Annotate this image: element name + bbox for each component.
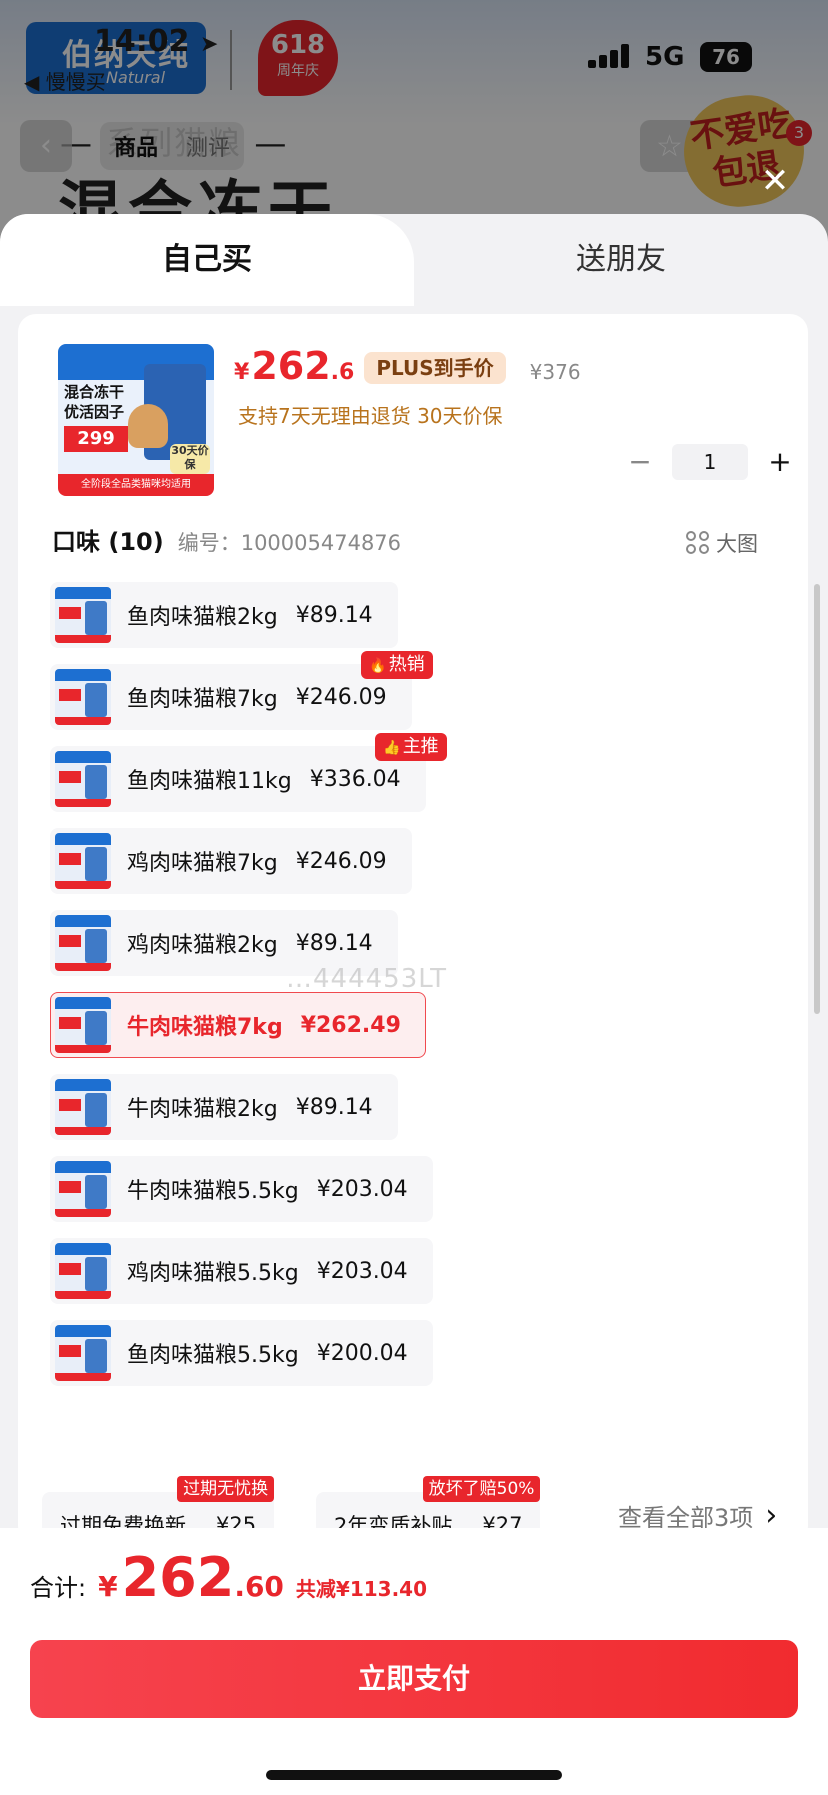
option-price: ¥89.14 xyxy=(295,930,373,956)
original-price: ¥376 xyxy=(529,360,581,384)
option-flag-label: 主推 xyxy=(402,736,439,757)
product-image[interactable]: 混合冻干 优活因子 299 30天价保 全阶段全品类猫咪均适用 xyxy=(58,344,214,496)
option-thumbnail xyxy=(55,1161,111,1217)
flavor-option-row: 牛肉味猫粮7kg ¥262.49 xyxy=(50,992,790,1074)
option-price: ¥89.14 xyxy=(295,602,373,628)
option-thumbnail xyxy=(55,997,111,1053)
option-flag: 🔥 热销 xyxy=(361,651,433,679)
product-card: 混合冻干 优活因子 299 30天价保 全阶段全品类猫咪均适用 ¥ 262 .6 … xyxy=(18,314,808,1544)
image-badge: 30天价保 xyxy=(170,444,210,474)
option-name: 牛肉味猫粮7kg xyxy=(127,1015,283,1040)
flavor-title: 口味 (10) xyxy=(52,528,164,556)
flavor-option-row: 鸡肉味猫粮7kg ¥246.09 xyxy=(50,828,790,910)
option-name: 鸡肉味猫粮5.5kg xyxy=(127,1261,299,1286)
option-thumbnail xyxy=(55,833,111,889)
price-currency: ¥ xyxy=(234,360,250,385)
option-name: 鱼肉味猫粮11kg xyxy=(127,769,292,794)
flavor-option[interactable]: 牛肉味猫粮5.5kg ¥203.04 xyxy=(50,1156,433,1222)
image-cat xyxy=(128,404,168,448)
tab-send-friend[interactable]: 送朋友 xyxy=(414,214,828,306)
tab-buy-self[interactable]: 自己买 xyxy=(0,214,414,306)
close-icon[interactable]: ✕ xyxy=(760,164,790,198)
flavor-option[interactable]: 鱼肉味猫粮5.5kg ¥200.04 xyxy=(50,1320,433,1386)
big-image-label: 大图 xyxy=(716,532,758,556)
flavor-header: 口味 (10) 编号：100005474876 xyxy=(52,522,401,557)
product-code: 编号：100005474876 xyxy=(177,531,402,555)
price-decimal: .6 xyxy=(330,360,355,385)
option-name: 牛肉味猫粮2kg xyxy=(127,1097,278,1122)
option-name: 鱼肉味猫粮7kg xyxy=(127,687,278,712)
service-guarantee: 支持7天无理由退货 30天价保 xyxy=(238,404,503,428)
flavor-option[interactable]: 牛肉味猫粮2kg ¥89.14 xyxy=(50,1074,398,1140)
option-name: 鸡肉味猫粮7kg xyxy=(127,851,278,876)
image-price: 299 xyxy=(64,426,128,452)
service-flag: 过期无忧换 xyxy=(177,1476,275,1502)
grid-icon xyxy=(686,531,710,555)
flavor-option-row: 牛肉味猫粮5.5kg ¥203.04 xyxy=(50,1156,790,1238)
option-thumbnail xyxy=(55,1079,111,1135)
option-flag: 👍 主推 xyxy=(375,733,447,761)
flavor-option[interactable]: 鸡肉味猫粮7kg ¥246.09 xyxy=(50,828,412,894)
plus-icon[interactable]: + xyxy=(768,447,792,477)
thumbs-up-icon: 👍 xyxy=(383,740,401,756)
option-thumbnail xyxy=(55,669,111,725)
option-thumbnail xyxy=(55,1325,111,1381)
plus-price-tag: PLUS到手价 xyxy=(364,352,506,384)
total-row: 合计: ¥ 262 .60 共减¥113.40 xyxy=(30,1546,427,1609)
option-thumbnail xyxy=(55,587,111,643)
scrollbar[interactable] xyxy=(814,584,820,1014)
pay-now-button[interactable]: 立即支付 xyxy=(30,1640,798,1718)
home-indicator[interactable] xyxy=(266,1770,562,1780)
flavor-option[interactable]: 鱼肉味猫粮7kg ¥246.09 🔥 热销 xyxy=(50,651,433,730)
flavor-option[interactable]: 鱼肉味猫粮2kg ¥89.14 xyxy=(50,582,398,648)
quantity-input[interactable]: 1 xyxy=(672,444,748,480)
price-integer: 262 xyxy=(251,344,331,388)
total-saving: 共减¥113.40 xyxy=(295,1577,428,1601)
option-name: 鱼肉味猫粮5.5kg xyxy=(127,1343,299,1368)
big-image-toggle[interactable]: 大图 xyxy=(686,528,758,558)
option-name: 鸡肉味猫粮2kg xyxy=(127,933,278,958)
sheet-tabs: 送朋友 自己买 xyxy=(0,214,828,306)
option-price: ¥246.09 xyxy=(295,684,387,710)
total-decimal: .60 xyxy=(234,1570,284,1603)
quantity-stepper: − 1 + xyxy=(628,444,792,480)
total-label: 合计: xyxy=(30,1574,87,1602)
option-price: ¥203.04 xyxy=(316,1258,408,1284)
option-price: ¥203.04 xyxy=(316,1176,408,1202)
option-name: 鱼肉味猫粮2kg xyxy=(127,605,278,630)
option-price: ¥89.14 xyxy=(295,1094,373,1120)
flavor-option-row: 鱼肉味猫粮11kg ¥336.04 👍 主推 xyxy=(50,733,790,828)
flavor-option-row: 鸡肉味猫粮5.5kg ¥203.04 xyxy=(50,1238,790,1320)
total-integer: 262 xyxy=(121,1546,235,1609)
total-currency: ¥ xyxy=(98,1570,118,1603)
checkout-footer: 合计: ¥ 262 .60 共减¥113.40 立即支付 xyxy=(0,1528,828,1795)
option-name: 牛肉味猫粮5.5kg xyxy=(127,1179,299,1204)
image-footer: 全阶段全品类猫咪均适用 xyxy=(58,474,214,496)
option-flag-label: 热销 xyxy=(388,654,425,675)
option-thumbnail xyxy=(55,751,111,807)
watermark: …444453LT xyxy=(286,964,448,994)
flavor-option-row: 牛肉味猫粮2kg ¥89.14 xyxy=(50,1074,790,1156)
flavor-option[interactable]: 鱼肉味猫粮11kg ¥336.04 👍 主推 xyxy=(50,733,447,812)
service-flag: 放坏了赔50% xyxy=(422,1476,541,1502)
option-price: ¥262.49 xyxy=(300,1012,401,1038)
flavor-option[interactable]: 鸡肉味猫粮5.5kg ¥203.04 xyxy=(50,1238,433,1304)
minus-icon[interactable]: − xyxy=(628,447,652,477)
option-thumbnail xyxy=(55,1243,111,1299)
option-price: ¥246.09 xyxy=(295,848,387,874)
option-price: ¥336.04 xyxy=(309,766,401,792)
flavor-option-selected[interactable]: 牛肉味猫粮7kg ¥262.49 xyxy=(50,992,426,1058)
price-row: ¥ 262 .6 PLUS到手价 ¥376 xyxy=(234,344,581,394)
image-text: 混合冻干 优活因子 xyxy=(64,383,125,421)
option-price: ¥200.04 xyxy=(316,1340,408,1366)
option-thumbnail xyxy=(55,915,111,971)
fire-icon: 🔥 xyxy=(369,658,387,674)
flavor-option-row: 鱼肉味猫粮5.5kg ¥200.04 xyxy=(50,1320,790,1402)
